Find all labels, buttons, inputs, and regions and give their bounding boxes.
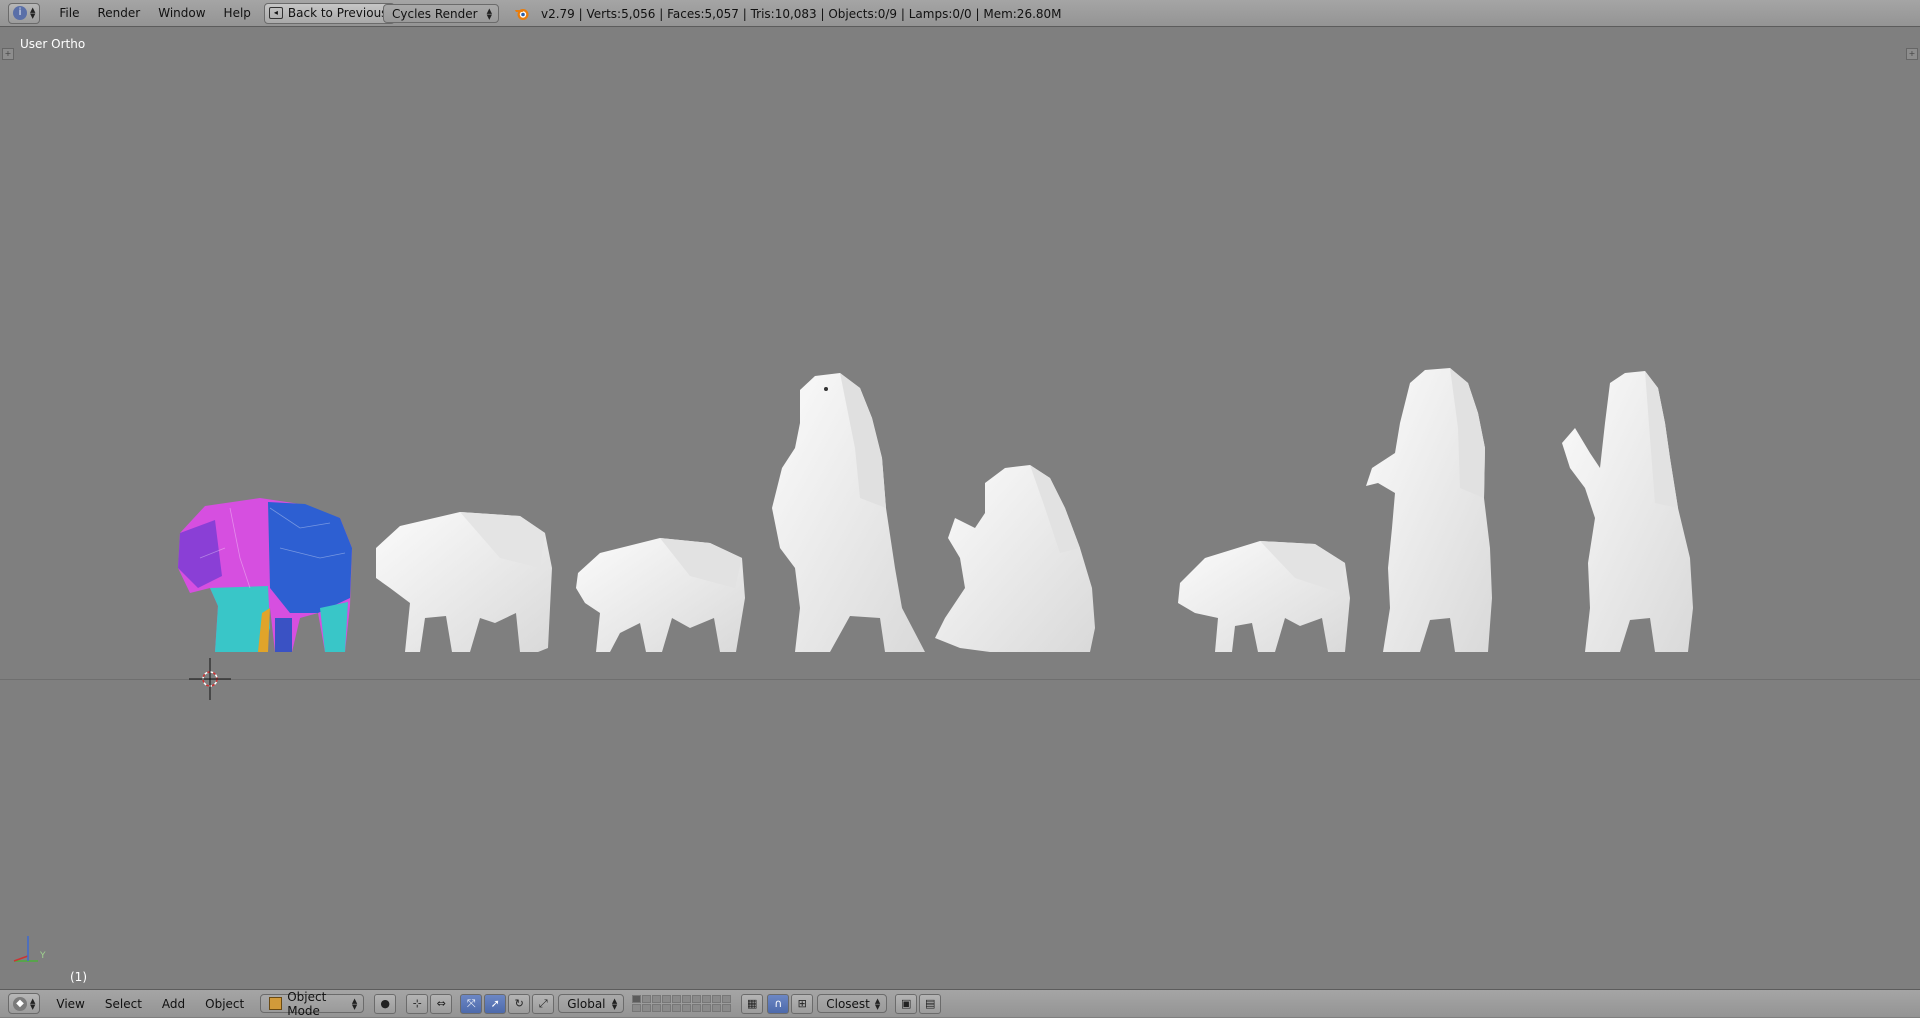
transform-manipulator-toggle-icon[interactable]: ⤧ [460, 993, 483, 1014]
render-engine-dropdown[interactable]: Cycles Render ▲ ▼ [383, 4, 499, 23]
3d-view-menu: View Select Add Object [46, 993, 254, 1015]
editor-type-selector-3d[interactable]: ◆ ▲ ▼ [8, 993, 41, 1014]
bear-standing-tall[interactable] [772, 373, 925, 652]
layer-button[interactable] [672, 995, 682, 1003]
layer-button[interactable] [632, 995, 642, 1003]
render-engine-label: Cycles Render [392, 6, 478, 21]
layer-button[interactable] [722, 995, 732, 1003]
layer-button[interactable] [712, 1004, 722, 1012]
axis-gizmo-icon: Y [13, 936, 46, 962]
snap-magnet-icon[interactable]: ∩ [767, 993, 790, 1014]
updown-arrows-icon: ▲ ▼ [351, 996, 358, 1011]
menu-view[interactable]: View [46, 993, 94, 1015]
viewport-shading-icon[interactable]: ● [374, 993, 397, 1014]
layer-button[interactable] [672, 1004, 682, 1012]
pivot-point-icon[interactable]: ⊹ [406, 993, 429, 1014]
back-to-previous-label: Back to Previous [287, 6, 388, 20]
bear-standing-tall-3[interactable] [1562, 371, 1693, 652]
3d-view-editor-icon: ◆ [13, 996, 27, 1011]
layer-button[interactable] [702, 1004, 712, 1012]
layer-button[interactable] [702, 995, 712, 1003]
bear-sitting[interactable] [935, 465, 1095, 652]
transform-orientation-dropdown[interactable]: Global ▲ ▼ [558, 994, 625, 1013]
svg-text:Y: Y [39, 951, 46, 961]
top-menu: File Render Window Help [50, 2, 260, 24]
snap-target-dropdown[interactable]: Closest ▲ ▼ [817, 994, 888, 1013]
layer-button[interactable] [662, 1004, 672, 1012]
translate-manipulator-icon[interactable]: ➚ [484, 993, 507, 1014]
snap-target-label: Closest [826, 996, 870, 1011]
bear-uv-textured[interactable] [178, 498, 352, 652]
info-icon: i [13, 6, 27, 20]
3d-viewport[interactable]: User Ortho + + Y (1) [0, 28, 1920, 989]
lock-camera-layers-icon[interactable]: ▦ [741, 993, 764, 1014]
menu-window[interactable]: Window [149, 2, 214, 24]
render-image-icon[interactable]: ▣ [895, 993, 918, 1014]
3d-cursor-icon[interactable] [189, 658, 231, 700]
updown-arrows-icon: ▲ ▼ [30, 6, 36, 20]
layer-button[interactable] [692, 1004, 702, 1012]
menu-object[interactable]: Object [195, 993, 254, 1015]
frame-number-label: (1) [70, 970, 87, 984]
3d-view-header: ◆ ▲ ▼ View Select Add Object Object Mode … [0, 989, 1920, 1018]
bear-walking-low[interactable] [576, 538, 745, 652]
bear-standing-tall-2[interactable] [1366, 368, 1492, 652]
scale-manipulator-icon[interactable]: ⤢ [532, 993, 555, 1014]
rotate-manipulator-icon[interactable]: ↻ [508, 993, 531, 1014]
interaction-mode-dropdown[interactable]: Object Mode ▲ ▼ [260, 990, 365, 1018]
back-to-previous-button[interactable]: ◂ Back to Previous [263, 2, 396, 24]
layer-button[interactable] [682, 995, 692, 1003]
updown-arrows-icon: ▲ ▼ [874, 996, 881, 1011]
layer-button[interactable] [722, 1004, 732, 1012]
menu-select[interactable]: Select [95, 993, 152, 1015]
updown-arrows-icon: ▲ ▼ [486, 6, 492, 21]
updown-arrows-icon: ▲ ▼ [30, 996, 36, 1011]
menu-help[interactable]: Help [215, 2, 260, 24]
bear-walking[interactable] [376, 512, 552, 652]
updown-arrows-icon: ▲ ▼ [611, 996, 618, 1011]
layer-button[interactable] [682, 1004, 692, 1012]
scene-stats: v2.79 | Verts:5,056 | Faces:5,057 | Tris… [541, 7, 1062, 21]
layer-button[interactable] [642, 1004, 652, 1012]
layer-button[interactable] [642, 995, 652, 1003]
menu-file[interactable]: File [50, 2, 88, 24]
render-animation-icon[interactable]: ▤ [919, 993, 942, 1014]
menu-render[interactable]: Render [88, 2, 149, 24]
scene-layers-grid[interactable] [632, 995, 732, 1012]
layer-button[interactable] [662, 995, 672, 1003]
snap-element-icon[interactable]: ⊞ [791, 993, 814, 1014]
layer-button[interactable] [652, 995, 662, 1003]
object-mode-cube-icon [269, 997, 283, 1010]
transform-orientation-label: Global [567, 996, 606, 1011]
layer-button[interactable] [652, 1004, 662, 1012]
manipulate-center-points-icon[interactable]: ⇔ [430, 993, 453, 1014]
interaction-mode-label: Object Mode [287, 989, 327, 1018]
editor-type-selector[interactable]: i ▲ ▼ [8, 2, 41, 24]
back-arrow-icon: ◂ [268, 7, 283, 19]
menu-add[interactable]: Add [152, 993, 195, 1015]
blender-logo-icon [515, 9, 529, 20]
layer-button[interactable] [632, 1004, 642, 1012]
bear-walking-2[interactable] [1178, 541, 1350, 652]
layer-button[interactable] [692, 995, 702, 1003]
scene-objects [178, 368, 1693, 700]
layer-button[interactable] [712, 995, 722, 1003]
